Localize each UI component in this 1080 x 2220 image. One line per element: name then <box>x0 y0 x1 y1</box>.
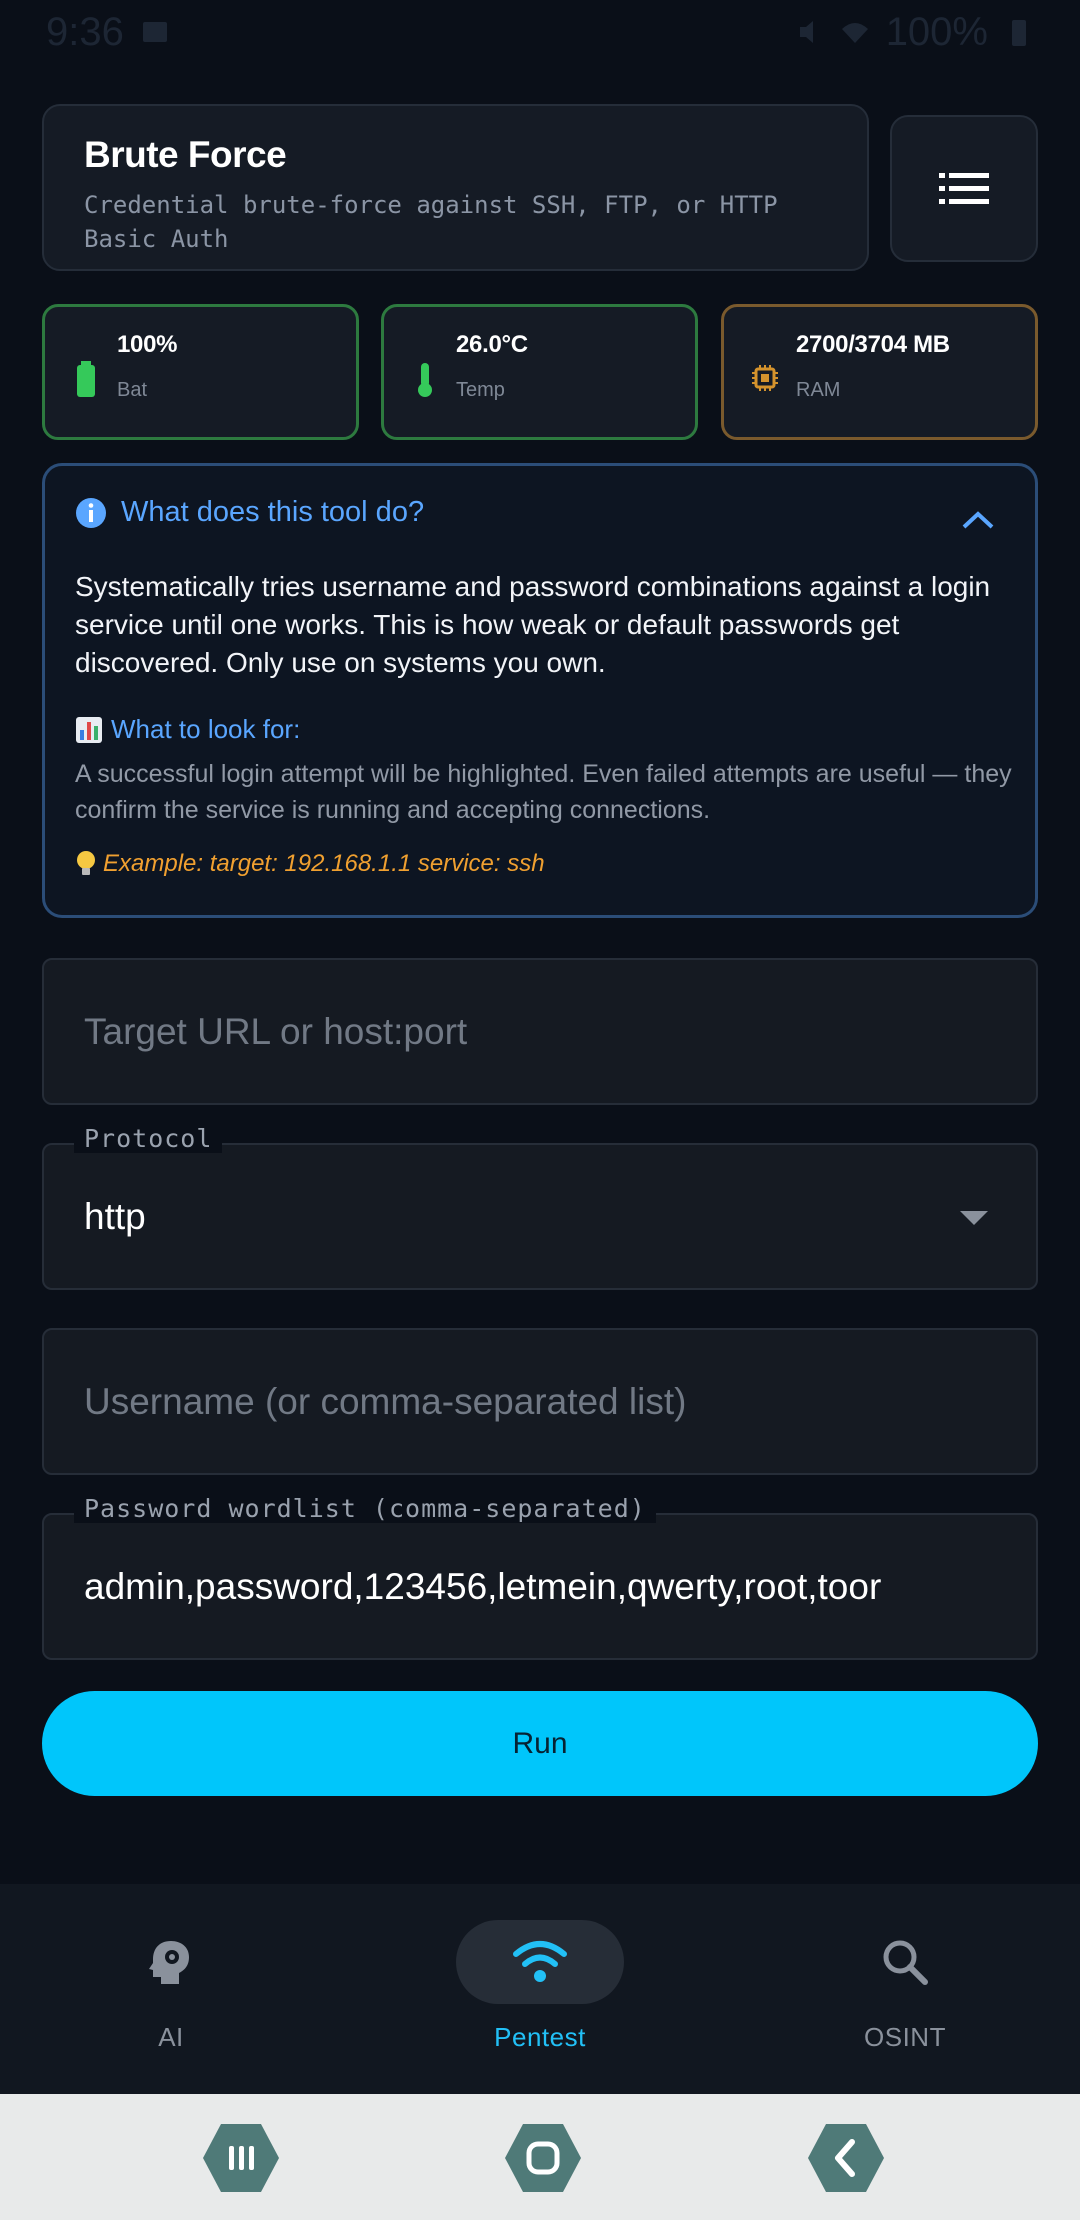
home-icon[interactable] <box>503 2122 583 2194</box>
protocol-select[interactable]: Protocol http <box>42 1124 1038 1290</box>
tool-header: Brute Force Credential brute-force again… <box>42 104 869 271</box>
target-field[interactable] <box>42 958 1038 1105</box>
info-panel: What does this tool do? Systematically t… <box>42 463 1038 918</box>
battery-label: Bat <box>117 379 148 401</box>
ram-stat-card: 2700/3704 MB RAM <box>721 304 1038 440</box>
info-icon <box>76 497 106 528</box>
status-battery-text: 100% <box>885 9 988 54</box>
protocol-label: Protocol <box>74 1124 223 1153</box>
mute-icon <box>799 21 813 43</box>
target-input[interactable] <box>84 1010 996 1053</box>
password-field[interactable]: Password wordlist (comma-separated) <box>42 1494 1038 1660</box>
wifi-icon <box>513 1941 567 1982</box>
ram-label: RAM <box>796 379 841 401</box>
brain-gear-icon <box>149 1941 189 1984</box>
temp-label: Temp <box>456 379 505 401</box>
look-for-heading: What to look for: <box>75 714 300 745</box>
username-field[interactable] <box>42 1328 1038 1475</box>
page-subtitle: Credential brute-force against SSH, FTP,… <box>84 191 778 253</box>
nav-label-osint: OSINT <box>864 2022 946 2052</box>
run-button[interactable]: Run <box>42 1691 1038 1796</box>
bottom-nav: AI Pentest OSINT <box>0 1884 1080 2094</box>
back-icon[interactable] <box>806 2122 886 2194</box>
list-menu-icon <box>939 172 989 204</box>
lightbulb-icon <box>77 851 95 875</box>
status-bar: 9:36 100% <box>0 0 1080 64</box>
battery-status-icon <box>1012 20 1026 46</box>
system-nav-bar <box>0 2094 1080 2220</box>
menu-button[interactable] <box>890 115 1038 262</box>
password-input[interactable] <box>84 1565 996 1608</box>
temp-stat-card: 26.0°C Temp <box>381 304 698 440</box>
example-text: Example: target: 192.168.1.1 service: ss… <box>103 850 545 877</box>
temp-value: 26.0°C <box>456 331 528 358</box>
dropdown-arrow-icon <box>960 1211 988 1225</box>
status-time: 9:36 <box>46 9 124 54</box>
battery-value: 100% <box>117 331 178 358</box>
example-line: Example: target: 192.168.1.1 service: ss… <box>75 850 545 878</box>
battery-icon <box>77 361 95 397</box>
nav-item-pentest[interactable]: Pentest <box>440 1920 640 2053</box>
password-label: Password wordlist (comma-separated) <box>74 1494 656 1523</box>
info-description: Systematically tries username and passwo… <box>75 571 991 678</box>
nav-pill-pentest <box>456 1920 624 2004</box>
nav-pill-osint <box>821 1920 989 2004</box>
wifi-status-icon <box>841 23 868 43</box>
recent-apps-icon[interactable] <box>201 2122 281 2194</box>
info-title: What does this tool do? <box>121 496 425 528</box>
bar-chart-icon <box>76 716 102 743</box>
look-for-title: What to look for: <box>111 714 301 744</box>
search-icon <box>883 1940 928 1985</box>
nav-item-osint[interactable]: OSINT <box>805 1920 1005 2053</box>
nav-pill-ai <box>87 1920 255 2004</box>
nav-item-ai[interactable]: AI <box>71 1920 271 2053</box>
username-input[interactable] <box>84 1380 996 1423</box>
protocol-value: http <box>84 1195 146 1237</box>
page-title: Brute Force <box>84 134 287 175</box>
chip-icon <box>752 365 778 391</box>
nav-label-pentest: Pentest <box>494 2022 586 2052</box>
thermometer-icon <box>418 363 432 397</box>
nav-label-ai: AI <box>158 2022 184 2052</box>
battery-stat-card: 100% Bat <box>42 304 359 440</box>
look-for-text: A successful login attempt will be highl… <box>75 760 1012 824</box>
info-toggle[interactable]: What does this tool do? <box>75 496 424 529</box>
ram-value: 2700/3704 MB <box>796 331 950 358</box>
chevron-up-icon[interactable] <box>961 510 995 530</box>
image-notification-icon <box>142 22 167 42</box>
